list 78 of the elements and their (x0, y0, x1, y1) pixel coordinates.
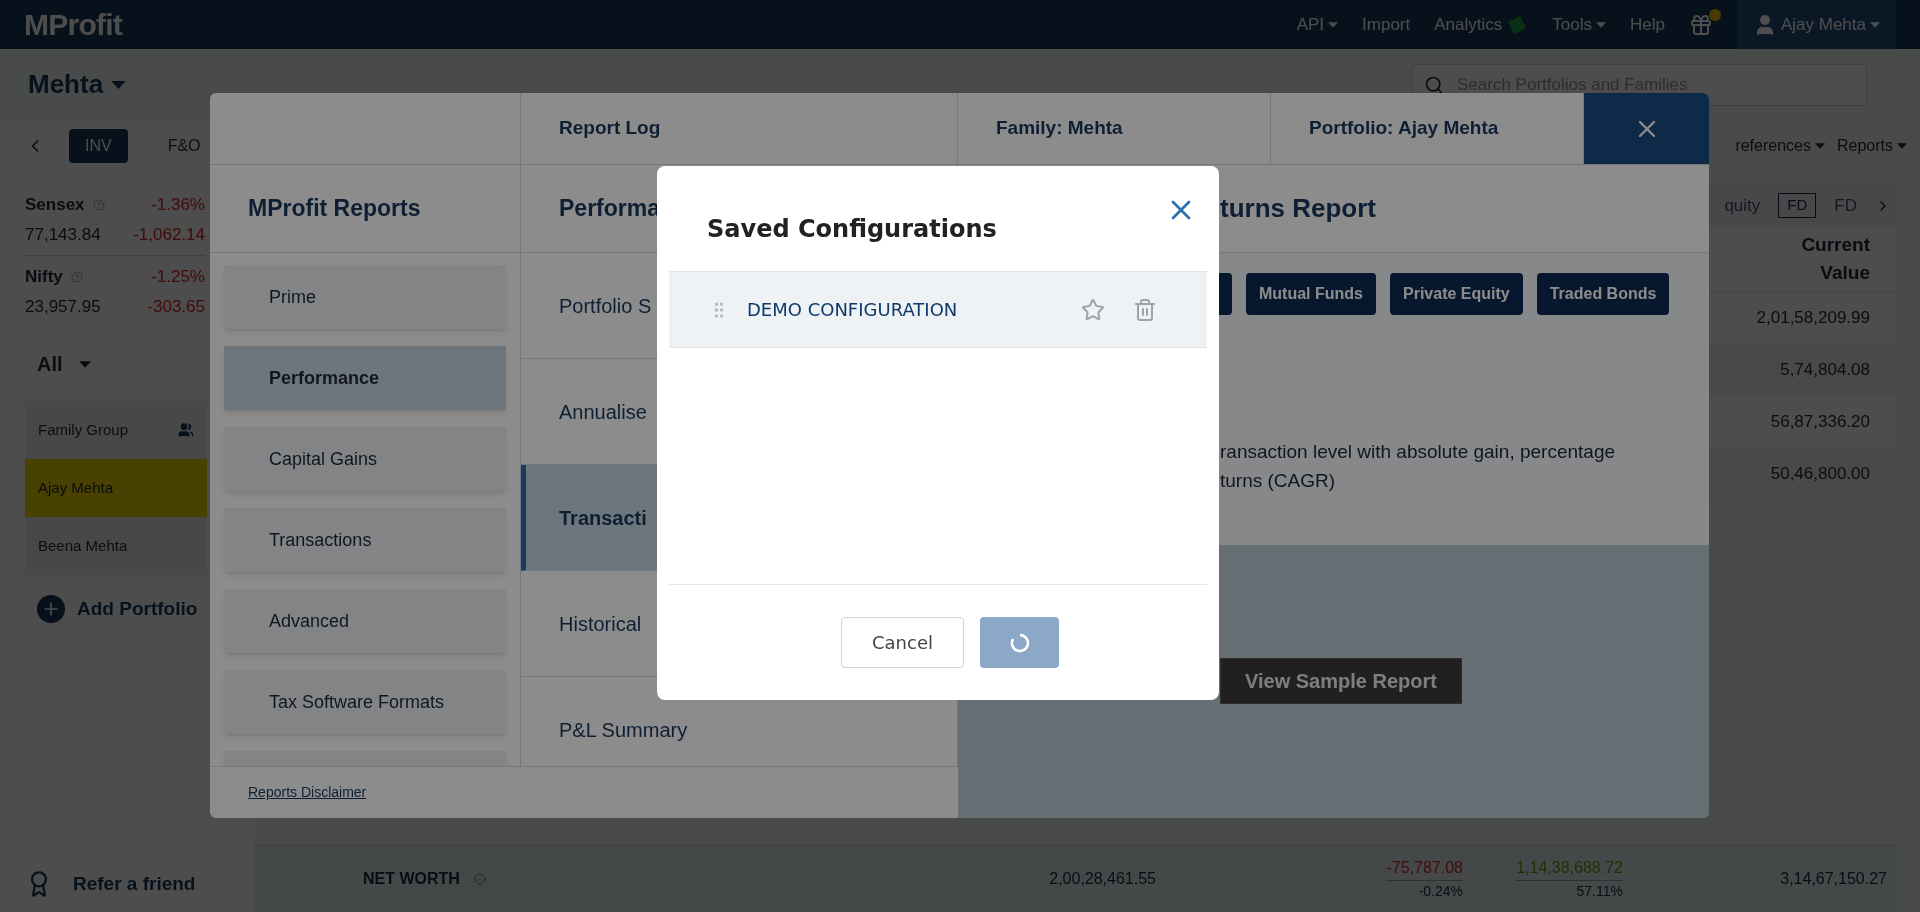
table-cell-text: 56,87,336.20 (1770, 410, 1870, 433)
caret-icon (1870, 21, 1880, 28)
cancel-button[interactable]: Cancel (841, 617, 964, 668)
index-name: Sensex (25, 194, 85, 216)
total-gain-percent: 57.11% (1576, 882, 1623, 901)
menu-item[interactable]: API (1296, 11, 1339, 38)
index-value: 23,957.95 (25, 295, 101, 318)
category-item[interactable]: Capital Gains (224, 427, 506, 491)
column-header: Current Value (1800, 233, 1870, 285)
dialog-title: Saved Configurations (707, 213, 997, 245)
caret-icon (1897, 143, 1907, 149)
family-selector[interactable]: Mehta (28, 65, 127, 104)
reports-title: MProfit Reports (248, 194, 421, 224)
portfolio-item[interactable]: Beena Mehta (25, 517, 207, 575)
category-item[interactable]: Performance (224, 346, 506, 410)
asset-type-button[interactable]: Traded Bonds (1536, 273, 1670, 315)
today-gain-percent: -0.24% (1418, 882, 1463, 901)
help-icon[interactable] (70, 270, 83, 283)
index-value: 77,143.84 (25, 223, 101, 246)
toolbar-menu[interactable]: Reports (1836, 134, 1907, 158)
refer-link[interactable]: Refer a friend (25, 869, 230, 898)
category-item[interactable]: Prime (224, 265, 506, 329)
menu-item[interactable]: Analytics (1434, 11, 1529, 38)
toolbar-menu[interactable]: references (1735, 134, 1825, 158)
caret-icon (78, 360, 91, 368)
star-icon[interactable] (1081, 297, 1105, 322)
index-name: Nifty (25, 266, 63, 288)
tab[interactable]: F&O (151, 129, 217, 163)
asset-tab[interactable]: FD (1778, 193, 1817, 218)
caret-icon (111, 80, 127, 89)
asset-type-button[interactable]: Private Equity (1390, 273, 1523, 315)
configuration-row[interactable]: DEMO CONFIGURATION (669, 271, 1207, 348)
category-item[interactable]: Tax Software Formats (224, 670, 506, 734)
user-menu[interactable]: Ajay Mehta (1736, 0, 1896, 49)
asset-type-button[interactable]: Mutual Funds (1246, 273, 1376, 315)
delete-icon[interactable] (1133, 297, 1157, 322)
report-list-title: Performa (559, 194, 660, 224)
invested-value: 2,00,28,461.55 (1048, 869, 1156, 889)
gift-icon[interactable] (1688, 12, 1713, 37)
total-gain: 1,14,38,688.72 (1516, 856, 1623, 881)
menu-item[interactable]: Help (1630, 11, 1665, 38)
search-icon (1424, 74, 1444, 95)
disclaimer-link[interactable]: Reports Disclaimer (248, 782, 367, 803)
modal-tab[interactable]: Family: Mehta (958, 93, 1271, 164)
table-cell-text: 5,74,804.08 (1780, 358, 1870, 381)
menu-item[interactable]: Import (1362, 11, 1411, 38)
category-item[interactable]: Transactions (224, 508, 506, 572)
category-item[interactable]: Advanced (224, 589, 506, 653)
caret-icon (1328, 21, 1339, 28)
report-description: ransaction level with absolute gain, percentage (1220, 440, 1617, 464)
help-icon[interactable] (92, 198, 105, 211)
current-value: 3,14,67,150.27 (1779, 869, 1888, 889)
configuration-name[interactable]: DEMO CONFIGURATION (747, 296, 958, 323)
index-change-percent: -1.25% (151, 266, 205, 288)
sample-report-button[interactable]: View Sample Report (1220, 658, 1462, 704)
tab[interactable]: INV (69, 129, 128, 163)
logo[interactable]: MProfit (24, 2, 123, 47)
group-icon (178, 422, 194, 438)
portfolio-item[interactable]: Family Group (25, 401, 207, 459)
menu-item[interactable]: Tools (1552, 11, 1606, 38)
index-change-percent: -1.36% (151, 194, 205, 216)
confirm-button[interactable] (980, 617, 1059, 668)
index-change: -1,062.14 (133, 223, 205, 246)
table-cell-text: 50,46,800.00 (1770, 462, 1870, 485)
report-description: turns (CAGR) (1220, 469, 1337, 493)
today-gain: -75,787.08 (1386, 856, 1463, 881)
modal-tab[interactable]: Report Log (521, 93, 958, 164)
net-worth-label: NET WORTH (363, 869, 460, 889)
index-change: -303.65 (147, 295, 205, 318)
new-badge-icon (1506, 13, 1529, 36)
loading-spinner-icon (1008, 631, 1031, 654)
report-title: turns Report (1220, 192, 1376, 225)
table-cell-text: 2,01,58,209.99 (1756, 306, 1870, 329)
caret-icon (1596, 21, 1606, 28)
portfolio-item[interactable]: Ajay Mehta (25, 459, 207, 517)
caret-icon (1814, 143, 1825, 149)
info-icon[interactable] (473, 873, 486, 885)
plus-icon (37, 595, 65, 624)
